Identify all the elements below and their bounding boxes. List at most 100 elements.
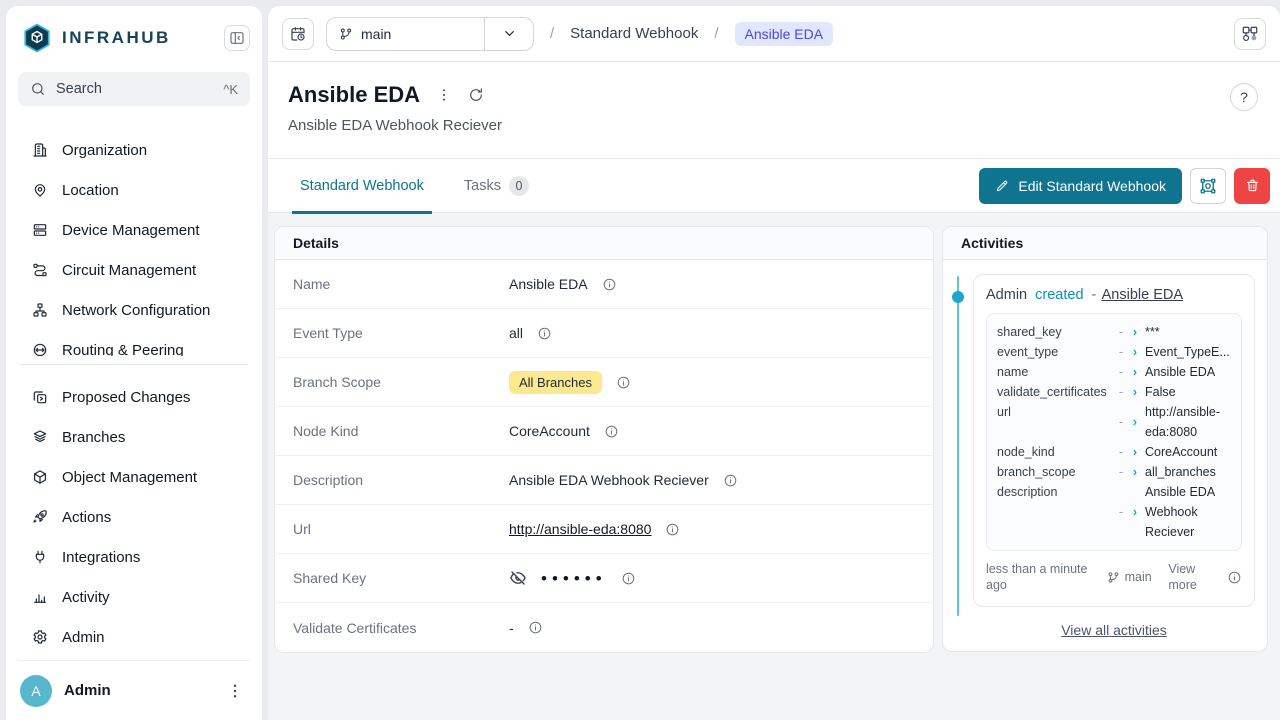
sidebar-item-network-configuration[interactable]: Network Configuration [18,290,250,330]
sidebar-item-integrations[interactable]: Integrations [18,537,250,577]
details-rows: NameAnsible EDAEvent TypeallBranch Scope… [275,260,933,652]
activity-changes-box: shared_key-›***event_type-›Event_TypeE..… [986,313,1242,551]
activity-author: Admin [986,287,1027,303]
page-subtitle: Ansible EDA Webhook Reciever [288,117,1260,134]
calendar-clock-icon [290,26,306,42]
activity-change-event-type: event_type-›Event_TypeE... [997,342,1231,362]
change-old-value: - [1115,412,1127,432]
tab-tasks[interactable]: Tasks 0 [460,159,533,213]
activity-change-shared-key: shared_key-›*** [997,322,1231,342]
eye-off-icon[interactable] [509,569,527,587]
sidebar-item-object-management[interactable]: Object Management [18,457,250,497]
avatar[interactable]: A [20,675,52,707]
time-travel-button[interactable] [282,18,314,50]
breadcrumb-object[interactable]: Ansible EDA [735,22,834,46]
user-menu-kebab-icon[interactable] [226,682,244,700]
info-icon[interactable] [621,571,636,586]
tasks-count-badge: 0 [509,176,529,196]
url-link[interactable]: http://ansible-eda:8080 [509,521,651,537]
activity-object-link[interactable]: Ansible EDA [1102,287,1183,303]
git-branch-icon [339,27,353,41]
details-card: Details NameAnsible EDAEvent TypeallBran… [274,226,934,653]
help-button[interactable]: ? [1230,83,1258,111]
info-icon[interactable] [1227,570,1242,585]
change-old-value: - [1115,322,1127,342]
detail-label: Url [293,521,509,537]
refresh-icon[interactable] [468,87,484,103]
sidebar-collapse-button[interactable] [224,25,250,51]
sidebar-item-device-management[interactable]: Device Management [18,210,250,250]
detail-value: Ansible EDA Webhook Reciever [509,472,709,488]
search-input[interactable]: Search ^K [18,72,250,106]
activity-branch-name: main [1125,570,1152,584]
change-key: node_kind [997,442,1115,462]
info-icon[interactable] [602,277,617,292]
detail-value-wrap: - [509,620,543,636]
schema-visualizer-button[interactable] [1234,18,1266,50]
info-icon[interactable] [723,473,738,488]
main-panel: main / Standard Webhook / Ansible EDA An… [268,6,1280,720]
activity-change-url: url-›http://ansible-eda:8080 [997,402,1231,442]
change-key: shared_key [997,322,1115,342]
breadcrumb-schema[interactable]: Standard Webhook [570,25,698,42]
sidebar-item-label: Location [62,182,119,199]
sidebar-item-proposed-changes[interactable]: Proposed Changes [18,377,250,417]
sidebar-item-actions[interactable]: Actions [18,497,250,537]
change-new-value: False [1145,382,1231,402]
view-more-link[interactable]: View more [1168,561,1210,594]
change-new-value: Ansible EDA Webhook Reciever [1145,482,1231,542]
activity-timeline: Admin created - Ansible EDA shared_key-›… [943,260,1267,638]
activity-change-node-kind: node_kind-›CoreAccount [997,442,1231,462]
tab-standard-webhook[interactable]: Standard Webhook [296,159,428,213]
trash-icon [1245,178,1260,193]
branch-selector[interactable]: main [326,17,534,51]
chevron-right-icon: › [1127,342,1143,362]
sidebar-item-label: Object Management [62,469,197,486]
activity-branch: main [1107,570,1152,584]
detail-row-node-kind: Node KindCoreAccount [275,407,933,456]
activity-footer: less than a minute ago main View more [986,561,1242,594]
sidebar-item-label: Organization [62,142,147,159]
sidebar-header: INFRAHUB [18,18,250,58]
detail-label: Name [293,276,509,292]
git-branch-icon [1107,571,1120,584]
sidebar-item-admin[interactable]: Admin [18,617,250,657]
detail-value-wrap: http://ansible-eda:8080 [509,521,680,537]
title-kebab-icon[interactable] [436,87,452,103]
change-old-value: - [1115,442,1127,462]
activity-action: created [1035,287,1083,303]
sidebar-item-organization[interactable]: Organization [18,130,250,170]
sidebar-item-routing-peering[interactable]: Routing & Peering [18,330,250,356]
sidebar-item-circuit-management[interactable]: Circuit Management [18,250,250,290]
delete-button[interactable] [1234,168,1270,204]
activity-entry: Admin created - Ansible EDA shared_key-›… [973,274,1255,607]
info-icon[interactable] [537,326,552,341]
content-area: Details NameAnsible EDAEvent TypeallBran… [268,213,1280,720]
sidebar-item-activity[interactable]: Activity [18,577,250,617]
activity-title: Admin created - Ansible EDA [986,287,1242,303]
chevron-right-icon: › [1127,462,1143,482]
manage-groups-button[interactable] [1190,168,1226,204]
topbar: main / Standard Webhook / Ansible EDA [268,6,1280,62]
plug-icon [32,549,48,565]
chevron-right-icon: › [1127,442,1143,462]
info-icon[interactable] [616,375,631,390]
search-placeholder: Search [56,81,213,97]
gear-icon [32,629,48,645]
detail-label: Description [293,472,509,488]
sidebar-item-branches[interactable]: Branches [18,417,250,457]
info-icon[interactable] [528,620,543,635]
timeline-dot-icon [952,291,964,303]
activity-change-branch-scope: branch_scope-›all_branches [997,462,1231,482]
info-icon[interactable] [665,522,680,537]
pencil-icon [995,179,1009,193]
tab-label: Standard Webhook [300,178,424,194]
view-all-activities-link[interactable]: View all activities [973,622,1255,638]
secret-value: •••••• [541,570,607,587]
sidebar-item-location[interactable]: Location [18,170,250,210]
info-icon[interactable] [604,424,619,439]
branch-dropdown-toggle[interactable] [485,26,533,41]
edit-standard-webhook-button[interactable]: Edit Standard Webhook [979,168,1182,204]
detail-row-validate-certificates: Validate Certificates- [275,603,933,652]
sidebar-item-label: Circuit Management [62,262,196,279]
